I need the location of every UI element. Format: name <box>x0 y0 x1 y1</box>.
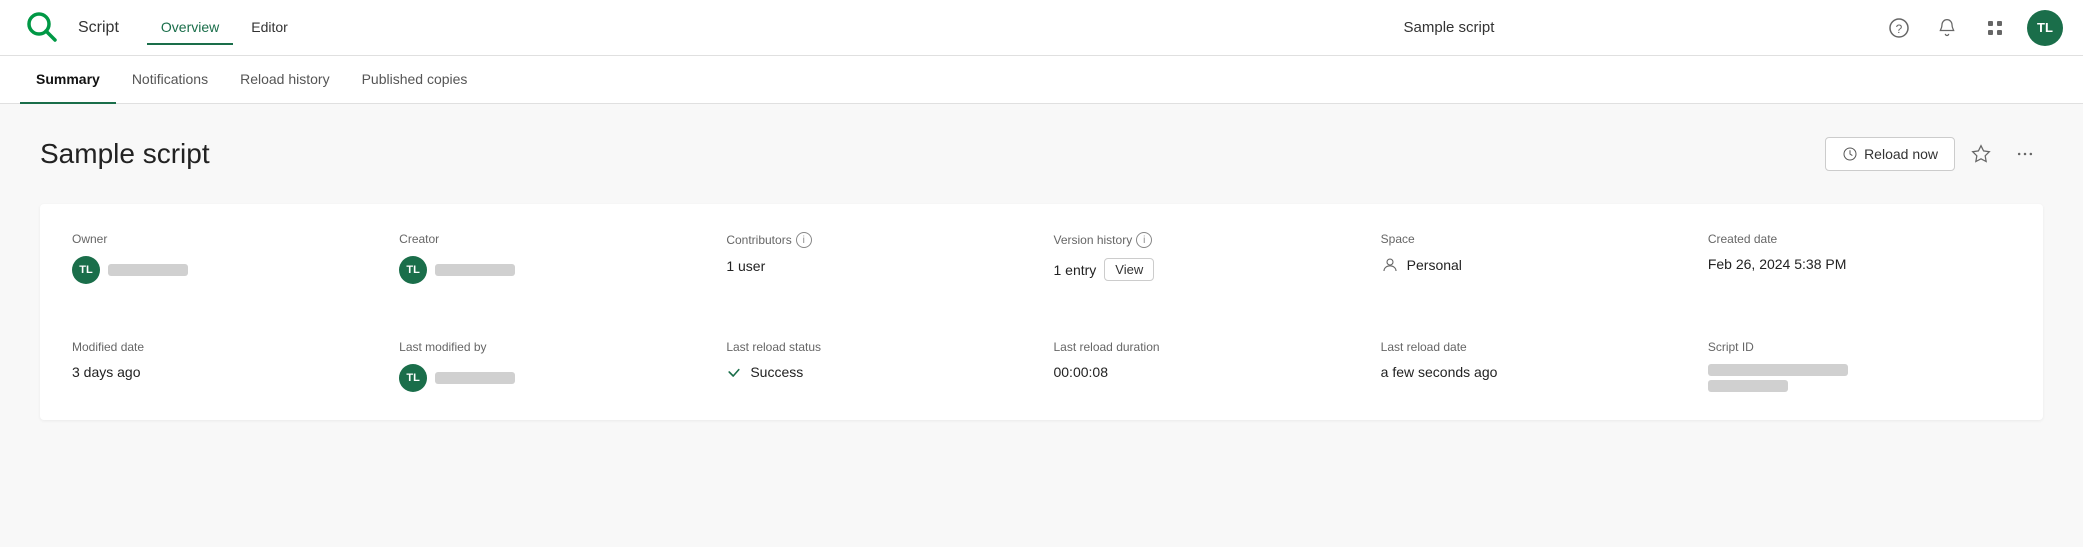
top-nav: Script Overview Editor Sample script ? <box>0 0 2083 56</box>
meta-version-history: Version history i 1 entry View <box>1053 232 1356 284</box>
reload-date-label: Last reload date <box>1381 340 1684 354</box>
tab-summary[interactable]: Summary <box>20 56 116 104</box>
modified-date-value: 3 days ago <box>72 364 375 380</box>
more-options-button[interactable] <box>2007 136 2043 172</box>
reload-status-text: Success <box>750 364 803 380</box>
creator-label: Creator <box>399 232 702 246</box>
script-id-label: Script ID <box>1708 340 2011 354</box>
creator-value: TL <box>399 256 702 284</box>
user-avatar[interactable]: TL <box>2027 10 2063 46</box>
created-date-label: Created date <box>1708 232 2011 246</box>
tab-published-copies[interactable]: Published copies <box>346 56 484 104</box>
last-modified-by-label: Last modified by <box>399 340 702 354</box>
reload-now-label: Reload now <box>1864 146 1938 162</box>
contributors-label: Contributors <box>726 233 791 247</box>
reload-duration-label: Last reload duration <box>1053 340 1356 354</box>
script-id-bar-1 <box>1708 364 1848 376</box>
contributors-label-row: Contributors i <box>726 232 1029 248</box>
star-icon <box>1971 144 1991 164</box>
meta-script-id: Script ID <box>1708 340 2011 392</box>
meta-reload-date: Last reload date a few seconds ago <box>1381 340 1684 392</box>
main-content: Sample script Reload now <box>0 104 2083 547</box>
contributors-value: 1 user <box>726 258 1029 274</box>
script-id-bar-2 <box>1708 380 1788 392</box>
meta-space: Space Personal <box>1381 232 1684 284</box>
reload-now-button[interactable]: Reload now <box>1825 137 1955 171</box>
space-value: Personal <box>1407 257 1462 273</box>
qlik-logo <box>20 4 64 51</box>
meta-creator: Creator TL <box>399 232 702 284</box>
nav-actions: ? TL <box>1883 10 2063 46</box>
version-value-row: 1 entry View <box>1053 258 1356 281</box>
contributors-info-icon[interactable]: i <box>796 232 812 248</box>
tab-reload-history[interactable]: Reload history <box>224 56 346 104</box>
checkmark-icon <box>726 364 742 380</box>
favorite-button[interactable] <box>1963 136 1999 172</box>
version-value: 1 entry <box>1053 262 1096 278</box>
bell-icon[interactable] <box>1931 12 1963 44</box>
nav-center-title: Sample script <box>1015 19 1883 36</box>
version-label-row: Version history i <box>1053 232 1356 248</box>
person-icon <box>1381 256 1399 274</box>
page-title: Sample script <box>40 138 1825 170</box>
help-icon[interactable]: ? <box>1883 12 1915 44</box>
space-label: Space <box>1381 232 1684 246</box>
version-label: Version history <box>1053 233 1132 247</box>
nav-overview[interactable]: Overview <box>147 11 233 45</box>
content-header: Sample script Reload now <box>40 136 2043 172</box>
meta-reload-duration: Last reload duration 00:00:08 <box>1053 340 1356 392</box>
view-version-button[interactable]: View <box>1104 258 1154 281</box>
version-info-icon[interactable]: i <box>1136 232 1152 248</box>
svg-text:?: ? <box>1896 22 1903 36</box>
metadata-card: Owner TL Creator TL Contributors i 1 use… <box>40 204 2043 420</box>
script-id-redacted <box>1708 364 2011 392</box>
app-name: Script <box>78 19 119 37</box>
last-modified-by-avatar: TL <box>399 364 427 392</box>
grid-icon[interactable] <box>1979 12 2011 44</box>
sub-tabs: Summary Notifications Reload history Pub… <box>0 56 2083 104</box>
meta-owner: Owner TL <box>72 232 375 284</box>
created-date-value: Feb 26, 2024 5:38 PM <box>1708 256 2011 272</box>
meta-last-modified-by: Last modified by TL <box>399 340 702 392</box>
meta-created-date: Created date Feb 26, 2024 5:38 PM <box>1708 232 2011 284</box>
header-actions: Reload now <box>1825 136 2043 172</box>
reload-duration-value: 00:00:08 <box>1053 364 1356 380</box>
reload-icon <box>1842 146 1858 162</box>
owner-label: Owner <box>72 232 375 246</box>
reload-status-value: Success <box>726 364 1029 380</box>
creator-name-redacted <box>435 264 515 276</box>
modified-date-label: Modified date <box>72 340 375 354</box>
last-modified-name-redacted <box>435 372 515 384</box>
owner-name-redacted <box>108 264 188 276</box>
nav-editor[interactable]: Editor <box>237 11 302 45</box>
reload-date-value: a few seconds ago <box>1381 364 1684 380</box>
owner-avatar: TL <box>72 256 100 284</box>
reload-status-label: Last reload status <box>726 340 1029 354</box>
meta-reload-status: Last reload status Success <box>726 340 1029 392</box>
meta-contributors: Contributors i 1 user <box>726 232 1029 284</box>
creator-avatar: TL <box>399 256 427 284</box>
nav-links: Overview Editor <box>147 11 1015 45</box>
owner-value: TL <box>72 256 375 284</box>
ellipsis-icon <box>2015 144 2035 164</box>
tab-notifications[interactable]: Notifications <box>116 56 224 104</box>
meta-modified-date: Modified date 3 days ago <box>72 340 375 392</box>
space-value-row: Personal <box>1381 256 1684 274</box>
last-modified-by-value: TL <box>399 364 702 392</box>
